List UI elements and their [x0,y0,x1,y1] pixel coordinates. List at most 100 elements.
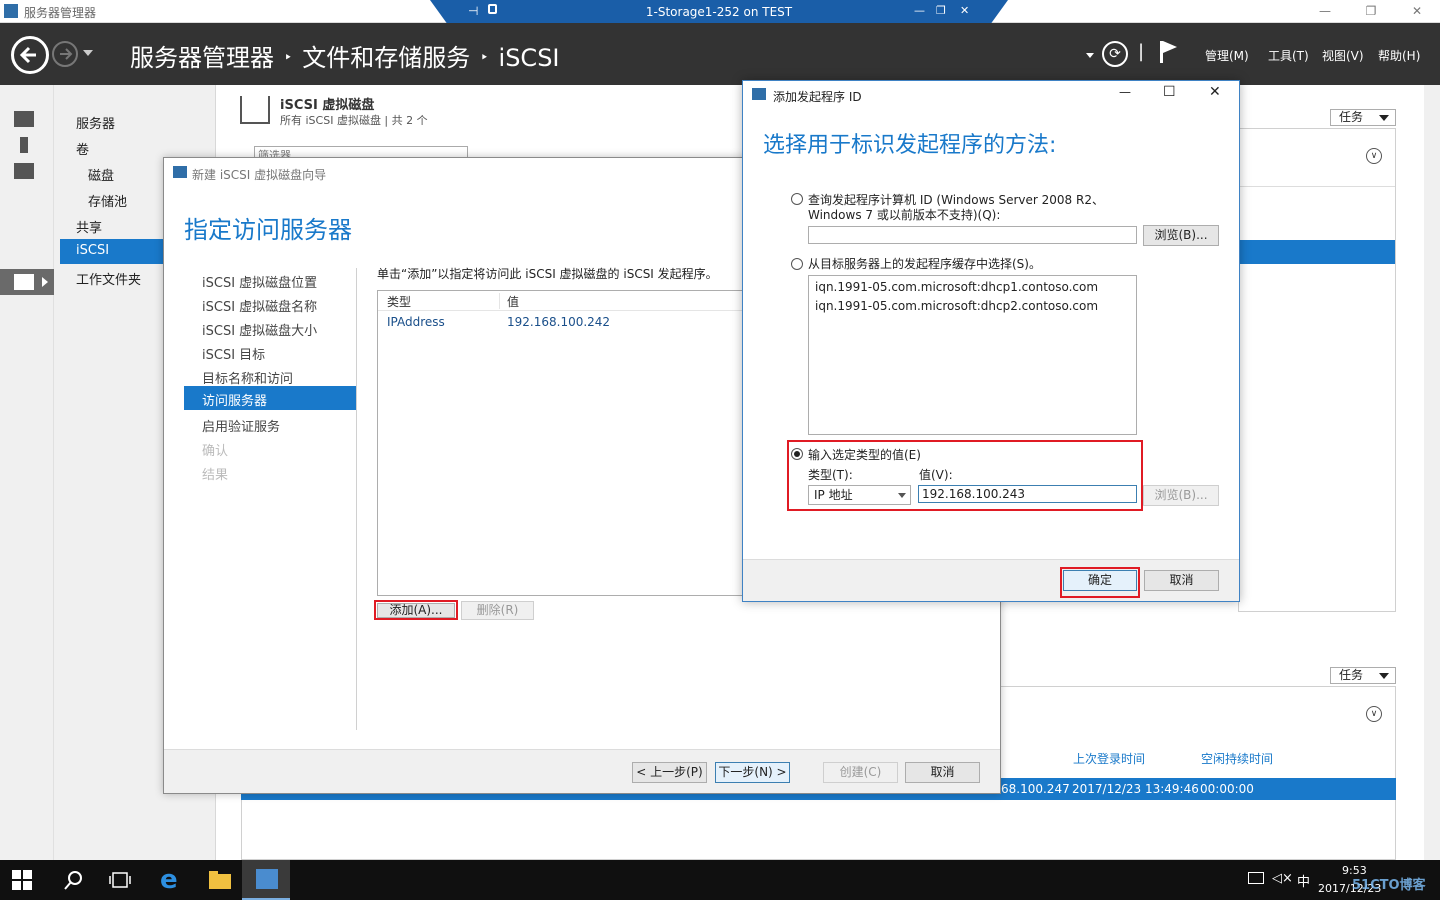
start-icon[interactable] [12,870,32,890]
breadcrumb-iscsi[interactable]: iSCSI [499,44,560,72]
vertical-scrollbar[interactable] [1424,85,1440,860]
option-query-line2: Windows 7 或以前版本不支持)(Q): [808,208,1001,222]
volume-icon[interactable]: ◁× [1272,871,1293,886]
cache-item[interactable]: iqn.1991-05.com.microsoft:dhcp1.contoso.… [815,280,1098,294]
step-access-servers-label: 访问服务器 [202,394,268,409]
network-icon[interactable] [1248,872,1264,884]
initiator-cache-list[interactable]: iqn.1991-05.com.microsoft:dhcp1.contoso.… [808,275,1137,435]
dialog-close-button[interactable]: ✕ [1209,84,1221,100]
dialog-cancel-button[interactable]: 取消 [1144,570,1219,591]
server-manager-taskbar-button[interactable] [242,860,290,900]
value-label: 值(V): [919,468,953,482]
nav-work-folders[interactable]: 工作文件夹 [76,269,141,288]
dialog-icon [752,88,766,100]
column-type[interactable]: 类型 [387,293,411,310]
server-manager-icon [4,4,18,18]
step-iscsi-target[interactable]: iSCSI 目标 [202,344,265,363]
row-value[interactable]: 192.168.100.242 [507,315,610,329]
row-type[interactable]: IPAddress [387,315,445,329]
search-icon[interactable] [62,868,86,892]
step-vdisk-location[interactable]: iSCSI 虚拟磁盘位置 [202,272,317,291]
tasks-button-bottom[interactable]: 任务 [1330,667,1396,684]
icon-rail [0,85,54,860]
rdp-close-button[interactable]: ✕ [960,4,969,17]
outer-minimize-button[interactable]: — [1302,0,1348,23]
breadcrumb-file-storage[interactable]: 文件和存储服务 [302,44,470,72]
internet-explorer-icon[interactable]: e [160,867,184,893]
file-explorer-icon[interactable] [208,868,232,892]
tasks-button-top[interactable]: 任务 [1330,109,1396,126]
selected-disk-row[interactable] [1238,240,1395,264]
column-value[interactable]: 值 [507,293,519,310]
breadcrumb-server-manager[interactable]: 服务器管理器 [130,44,274,72]
notifications-flag-icon[interactable] [1160,41,1177,63]
wizard-cancel-button[interactable]: 取消 [905,762,980,783]
rdp-restore-button[interactable]: ❐ [936,4,946,17]
dashboard-icon[interactable] [14,111,34,127]
refresh-icon[interactable]: ⟳ [1102,41,1128,67]
header-divider: | [1138,41,1145,62]
column-idle-duration[interactable]: 空闲持续时间 [1201,750,1273,767]
rdp-minimize-button[interactable]: — [914,4,925,17]
menu-view[interactable]: 视图(V) [1322,47,1364,64]
browse-button-1[interactable]: 浏览(B)... [1143,225,1219,246]
all-servers-icon[interactable] [14,163,34,179]
breadcrumb-separator: ‣ [284,50,293,66]
breadcrumb-separator: ‣ [480,50,489,66]
step-enable-auth[interactable]: 启用验证服务 [202,416,280,435]
forward-button[interactable] [52,41,78,67]
nav-disks[interactable]: 磁盘 [88,165,114,184]
header-dropdown-icon[interactable] [1086,53,1094,58]
nav-volumes[interactable]: 卷 [76,139,89,158]
value-input[interactable]: 192.168.100.243 [918,485,1137,503]
type-label: 类型(T): [808,468,853,482]
outer-restore-button[interactable]: ❐ [1348,0,1394,23]
radio-enter-value[interactable] [791,448,803,460]
radio-query-computer[interactable] [791,193,803,205]
ime-indicator[interactable]: 中 [1297,871,1310,890]
type-select[interactable]: IP 地址 [808,485,911,505]
step-target-name-access[interactable]: 目标名称和访问 [202,368,293,387]
remote-connection-bar: ⊣ 1-Storage1-252 on TEST — ❐ ✕ [430,0,1008,24]
nav-iscsi-label: iSCSI [76,243,110,258]
nav-iscsi[interactable]: iSCSI [60,239,164,264]
nav-servers[interactable]: 服务器 [76,113,115,132]
option-select-cache: 从目标服务器上的发起程序缓存中选择(S)。 [808,257,1041,271]
add-initiator-button[interactable]: 添加(A)... [377,603,455,618]
column-last-login[interactable]: 上次登录时间 [1073,750,1145,767]
step-access-servers[interactable]: 访问服务器 [184,386,356,410]
file-storage-rail-item[interactable] [0,269,54,295]
session-idle: 00:00:00 [1200,782,1254,796]
query-computer-input[interactable] [808,226,1137,244]
dialog-maximize-button[interactable]: ☐ [1163,84,1176,100]
next-button[interactable]: 下一步(N) > [715,762,790,783]
nav-shares[interactable]: 共享 [76,217,102,236]
cache-item[interactable]: iqn.1991-05.com.microsoft:dhcp2.contoso.… [815,299,1098,313]
task-view-icon[interactable] [108,868,132,892]
previous-button[interactable]: < 上一步(P) [632,762,707,783]
menu-tools[interactable]: 工具(T) [1268,47,1309,64]
history-dropdown-icon[interactable] [83,50,93,56]
chevron-down-icon [898,493,906,498]
step-vdisk-size[interactable]: iSCSI 虚拟磁盘大小 [202,320,317,339]
watermark: 51CTO博客 [1352,878,1426,893]
menu-help[interactable]: 帮助(H) [1378,47,1420,64]
breadcrumb: 服务器管理器 ‣ 文件和存储服务 ‣ iSCSI [130,38,560,73]
app-header: 服务器管理器 ‣ 文件和存储服务 ‣ iSCSI ⟳ | 管理(M) 工具(T) 视图(… [0,23,1440,85]
nav-storage-pools[interactable]: 存储池 [88,191,127,210]
wizard-divider [356,268,357,730]
collapse-chevron-icon[interactable]: ∨ [1366,148,1382,164]
local-server-icon[interactable] [20,137,28,153]
step-vdisk-name[interactable]: iSCSI 虚拟磁盘名称 [202,296,317,315]
step-confirmation: 确认 [202,444,229,459]
radio-select-from-cache[interactable] [791,258,803,270]
ok-button[interactable]: 确定 [1063,570,1137,591]
forward-arrow-icon [60,48,73,60]
outer-close-button[interactable]: ✕ [1394,0,1440,23]
wizard-title: 新建 iSCSI 虚拟磁盘向导 [192,168,327,182]
wizard-icon [173,166,187,178]
collapse-chevron-icon-bottom[interactable]: ∨ [1366,706,1382,722]
dialog-minimize-button[interactable]: — [1119,85,1131,99]
menu-manage[interactable]: 管理(M) [1205,47,1249,64]
back-button[interactable] [11,36,49,74]
